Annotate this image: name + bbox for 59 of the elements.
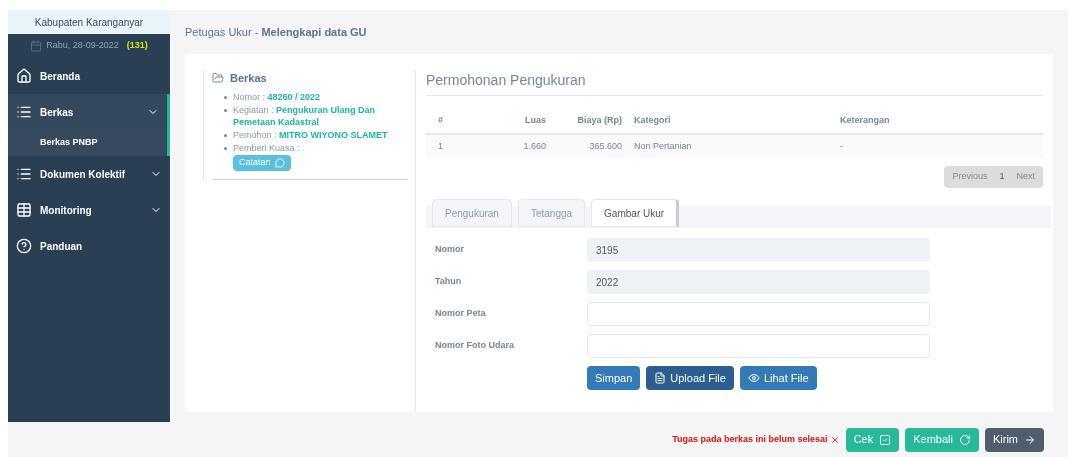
input-field[interactable]: [587, 334, 930, 358]
column-header: Luas: [506, 108, 546, 134]
page-button[interactable]: 1: [995, 170, 1009, 184]
folder-icon: [212, 72, 224, 85]
column-header: Kategori: [626, 108, 840, 134]
bullet-icon: [224, 146, 227, 150]
nav-item[interactable]: Dokumen Kolektif: [8, 156, 170, 192]
table-cell: 1: [426, 134, 506, 158]
file-icon: [654, 372, 667, 384]
table-cell: 365.600: [546, 134, 626, 158]
send-button[interactable]: Kirim: [984, 427, 1044, 452]
list-icon: [16, 166, 32, 182]
section-heading: Berkas: [230, 71, 267, 86]
table-cell: Non Pertanian: [626, 134, 840, 158]
page-title: Petugas Ukur - Melengkapi data GU: [185, 24, 367, 40]
column-header: #: [426, 108, 506, 134]
close-icon: [829, 434, 840, 445]
warning-text: Tugas pada berkas ini belum selesai: [672, 432, 828, 446]
field-label: Nomor Foto Udara: [435, 339, 515, 353]
field-label: Nomor: [435, 243, 465, 257]
date-text: Rabu, 28-09-2022: [46, 39, 119, 53]
list-icon: [16, 104, 32, 120]
info-line: Pemberi Kuasa :: [233, 141, 300, 154]
info-line: Pemohon : MITRO WIYONO SLAMET: [233, 128, 388, 141]
field-label: Nomor Peta: [435, 307, 487, 321]
nav-subitem[interactable]: Berkas PNBP: [8, 130, 167, 156]
nav-item[interactable]: Berkas: [8, 94, 167, 130]
help-icon: [16, 238, 32, 254]
nav-item[interactable]: Monitoring: [8, 192, 170, 228]
bullet-icon: [224, 95, 227, 99]
info-line: Kegiatan : Pengukuran Ulang Dan Pemetaan Kadastral: [233, 103, 377, 128]
bullet-icon: [224, 133, 227, 137]
column-header: Biaya (Rp): [546, 108, 626, 134]
tab[interactable]: Gambar Ukur: [591, 199, 680, 227]
input-field[interactable]: 2022: [587, 270, 930, 294]
info-line: Nomor : 48260 / 2022: [233, 90, 321, 103]
arrow-icon: [1024, 433, 1036, 446]
table-icon: [16, 202, 32, 218]
table-cell: 1.660: [506, 134, 546, 158]
bullet-icon: [224, 108, 227, 112]
upload-button[interactable]: Upload File: [646, 366, 734, 390]
field-label: Tahun: [435, 275, 463, 289]
nav-item[interactable]: Panduan: [8, 228, 170, 264]
input-field[interactable]: [587, 302, 930, 326]
home-icon: [16, 68, 32, 84]
view-button[interactable]: Lihat File: [739, 366, 817, 390]
chat-icon: [274, 157, 285, 168]
table-cell: -: [840, 134, 1043, 158]
column-header: Keterangan: [840, 108, 1043, 134]
rotate-icon: [958, 433, 971, 446]
eye-icon: [747, 372, 760, 384]
section-title: Permohonan Pengukuran: [426, 70, 1043, 96]
checkbox-icon: [879, 433, 892, 446]
region-header: Kabupaten Karanganyar: [8, 10, 170, 34]
calendar-icon: [30, 40, 43, 52]
count-label: (131): [126, 39, 148, 53]
input-field[interactable]: 3195: [587, 238, 930, 262]
save-button[interactable]: Simpan: [587, 366, 641, 390]
nav-item[interactable]: Beranda: [8, 58, 170, 94]
